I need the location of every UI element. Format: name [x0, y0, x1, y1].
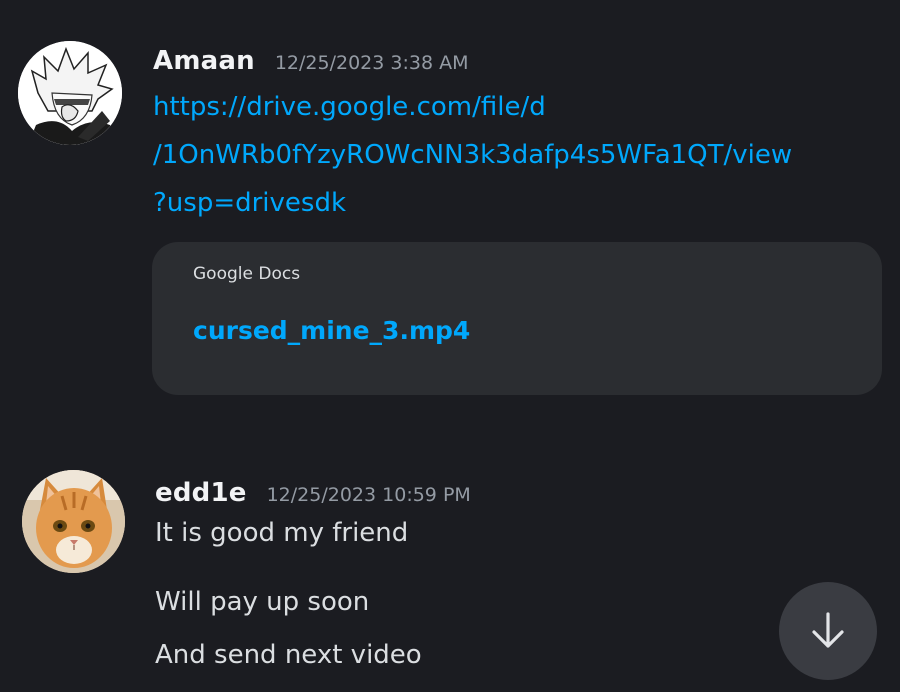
message-text: Will pay up soon: [155, 587, 370, 617]
jump-to-bottom-button[interactable]: [779, 582, 877, 680]
timestamp: 12/25/2023 3:38 AM: [274, 52, 469, 74]
embed-provider: Google Docs: [193, 264, 301, 284]
timestamp: 12/25/2023 10:59 PM: [266, 484, 471, 506]
arrow-down-icon: [812, 612, 844, 648]
link-line[interactable]: /1OnWRb0fYzyROWcNN3k3dafp4s5WFa1QT/view: [153, 131, 853, 179]
message-text: And send next video: [155, 640, 422, 670]
username[interactable]: Amaan: [153, 46, 255, 76]
message-header: edd1e 12/25/2023 10:59 PM: [155, 478, 471, 508]
username[interactable]: edd1e: [155, 478, 247, 508]
message-text: It is good my friend: [155, 518, 409, 548]
anime-character-avatar-icon[interactable]: [18, 41, 122, 145]
link-line[interactable]: https://drive.google.com/file/d: [153, 83, 853, 131]
drive-link[interactable]: https://drive.google.com/file/d /1OnWRb0…: [153, 83, 853, 227]
link-embed: Google Docs cursed_mine_3.mp4: [152, 242, 882, 395]
link-line[interactable]: ?usp=drivesdk: [153, 179, 853, 227]
message-header: Amaan 12/25/2023 3:38 AM: [153, 46, 468, 76]
orange-cat-avatar-icon[interactable]: [22, 470, 125, 573]
embed-title-link[interactable]: cursed_mine_3.mp4: [193, 316, 470, 345]
